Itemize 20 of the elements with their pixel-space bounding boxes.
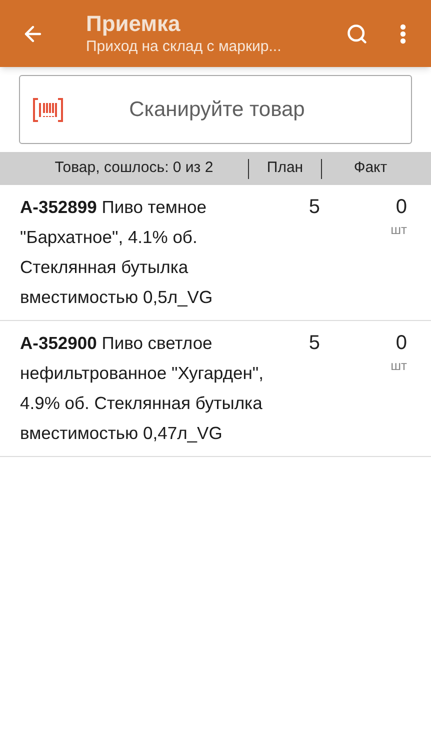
fact-quantity: 0: [396, 195, 407, 220]
fact-quantity: 0: [396, 331, 407, 356]
product-row[interactable]: А-352900 Пиво светлое нефильтрованное "Хугарден", 4.9% об. Стеклянная бутылка вместимостью 0,47л_VG 5 0 шт: [0, 321, 431, 457]
column-header: Товар, сошлось: 0 из 2: [54, 158, 214, 178]
scan-placeholder: Сканируйте товар: [128, 96, 306, 123]
product-name: А-352899 Пиво темное "Бархатное", 4.1% об. Стеклянная бутылка вместимостью 0,5л_VG: [19, 196, 214, 309]
column-header: План: [266, 158, 304, 178]
screen-subtitle: Приход на склад с маркир...: [86, 37, 282, 57]
more-icon: [400, 24, 406, 44]
product-name: А-352900 Пиво светлое нефильтрованное "Хугарден", 4.9% об. Стеклянная бутылка вместимостью 0,47л_VG: [19, 332, 264, 445]
search-icon: [346, 22, 368, 44]
unit-label: шт: [390, 222, 407, 238]
unit-label: шт: [390, 358, 407, 374]
screen-title: Приемка: [86, 10, 182, 37]
plan-quantity: 5: [308, 331, 320, 356]
barcode-icon: [33, 98, 63, 122]
scan-field[interactable]: Сканируйте товар: [19, 75, 412, 144]
product-row[interactable]: А-352899 Пиво темное "Бархатное", 4.1% об. Стеклянная бутылка вместимостью 0,5л_VG 5 0 шт: [0, 185, 431, 321]
column-header: Факт: [352, 158, 388, 178]
plan-quantity: 5: [308, 195, 320, 220]
